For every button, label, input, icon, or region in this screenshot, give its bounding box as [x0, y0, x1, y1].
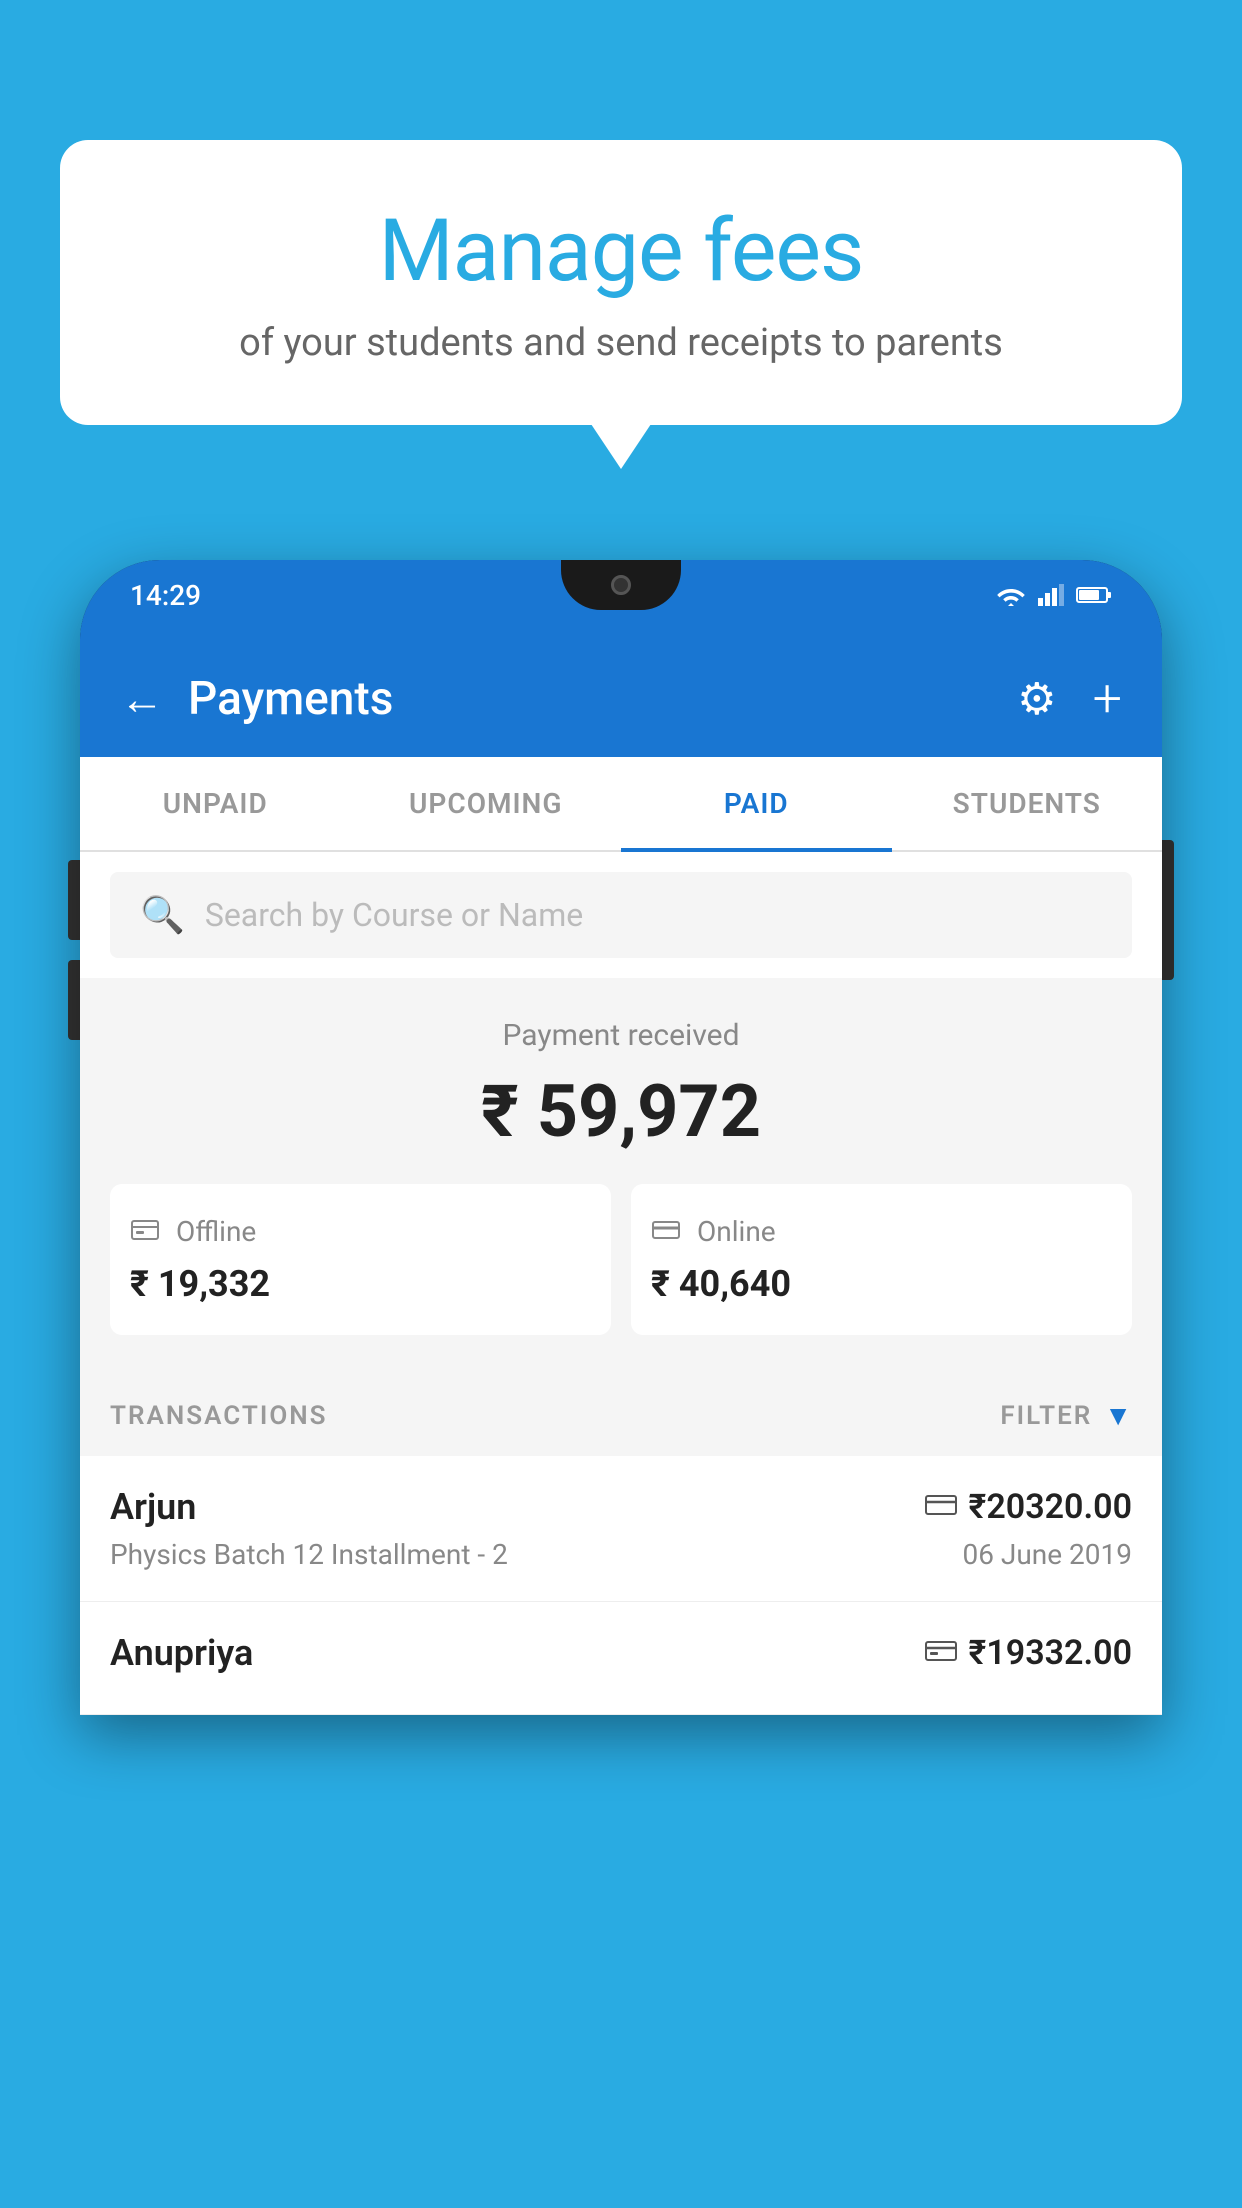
side-buttons-right: [1162, 840, 1174, 980]
transaction-amount-row: ₹20320.00: [925, 1487, 1132, 1527]
transaction-amount: ₹20320.00: [969, 1487, 1132, 1527]
transaction-top-2: Anupriya ₹19332.00: [110, 1632, 1132, 1674]
online-label: Online: [697, 1215, 776, 1248]
search-icon: 🔍: [140, 894, 185, 936]
payment-label: Payment received: [110, 1018, 1132, 1053]
transaction-amount-2: ₹19332.00: [969, 1633, 1132, 1673]
transactions-header: TRANSACTIONS FILTER ▼: [80, 1375, 1162, 1456]
side-buttons-left: [68, 860, 80, 1040]
notch: [561, 560, 681, 610]
offline-icon: [130, 1214, 160, 1249]
transaction-bottom: Physics Batch 12 Installment - 2 06 June…: [110, 1538, 1132, 1571]
search-container: 🔍 Search by Course or Name: [80, 852, 1162, 978]
phone-container: 14:29: [80, 560, 1162, 2208]
header-title: Payments: [188, 672, 393, 726]
offline-label: Offline: [176, 1215, 256, 1248]
signal-icon: [1038, 584, 1064, 606]
tab-upcoming[interactable]: UPCOMING: [351, 757, 622, 850]
offline-card: Offline ₹ 19,332: [110, 1184, 611, 1335]
app-header: ← Payments ⚙ +: [80, 640, 1162, 757]
offline-amount: ₹ 19,332: [130, 1263, 591, 1305]
transaction-top: Arjun ₹20320.00: [110, 1486, 1132, 1528]
filter-section[interactable]: FILTER ▼: [1000, 1399, 1132, 1432]
filter-label: FILTER: [1000, 1401, 1092, 1431]
transactions-label: TRANSACTIONS: [110, 1401, 328, 1431]
status-time: 14:29: [130, 579, 201, 612]
add-button[interactable]: +: [1093, 668, 1122, 729]
camera: [611, 575, 631, 595]
battery-icon: [1076, 586, 1112, 604]
phone-screen: ← Payments ⚙ + UNPAID UPCOMING PAID STUD…: [80, 640, 1162, 1715]
transaction-amount-row-2: ₹19332.00: [925, 1633, 1132, 1673]
transaction-name: Arjun: [110, 1486, 196, 1528]
payment-cards: Offline ₹ 19,332: [110, 1184, 1132, 1335]
transaction-name-2: Anupriya: [110, 1632, 253, 1674]
back-button[interactable]: ←: [120, 673, 164, 725]
bubble-subtitle: of your students and send receipts to pa…: [140, 321, 1102, 365]
speech-bubble: Manage fees of your students and send re…: [60, 140, 1182, 425]
online-card: Online ₹ 40,640: [631, 1184, 1132, 1335]
transaction-date: 06 June 2019: [962, 1538, 1132, 1571]
offline-payment-icon: [925, 1637, 957, 1670]
tab-paid[interactable]: PAID: [621, 757, 892, 850]
power-button[interactable]: [1162, 840, 1174, 980]
wifi-icon: [996, 584, 1026, 606]
online-amount: ₹ 40,640: [651, 1263, 1112, 1305]
filter-icon: ▼: [1104, 1399, 1132, 1432]
status-icons: [996, 584, 1112, 606]
tab-unpaid[interactable]: UNPAID: [80, 757, 351, 850]
speech-bubble-section: Manage fees of your students and send re…: [60, 140, 1182, 425]
tab-students[interactable]: STUDENTS: [892, 757, 1163, 850]
transaction-row[interactable]: Arjun ₹20320.00 Physics Batch 12 Install…: [80, 1456, 1162, 1602]
online-icon: [651, 1214, 681, 1249]
online-card-header: Online: [651, 1214, 1112, 1249]
payment-total: ₹ 59,972: [110, 1069, 1132, 1154]
offline-card-header: Offline: [130, 1214, 591, 1249]
search-placeholder: Search by Course or Name: [205, 896, 583, 934]
search-bar[interactable]: 🔍 Search by Course or Name: [110, 872, 1132, 958]
bubble-title: Manage fees: [140, 200, 1102, 301]
tabs-container: UNPAID UPCOMING PAID STUDENTS: [80, 757, 1162, 852]
transaction-course: Physics Batch 12 Installment - 2: [110, 1538, 508, 1571]
header-right: ⚙ +: [1017, 668, 1122, 729]
card-payment-icon: [925, 1491, 957, 1524]
transaction-row[interactable]: Anupriya ₹19332.00: [80, 1602, 1162, 1715]
settings-button[interactable]: ⚙: [1017, 673, 1056, 725]
phone-frame: 14:29: [80, 560, 1162, 1715]
volume-up-button[interactable]: [68, 860, 80, 940]
header-left: ← Payments: [120, 672, 393, 726]
volume-down-button[interactable]: [68, 960, 80, 1040]
payment-summary: Payment received ₹ 59,972: [80, 978, 1162, 1375]
status-notch-area: 14:29: [80, 560, 1162, 640]
